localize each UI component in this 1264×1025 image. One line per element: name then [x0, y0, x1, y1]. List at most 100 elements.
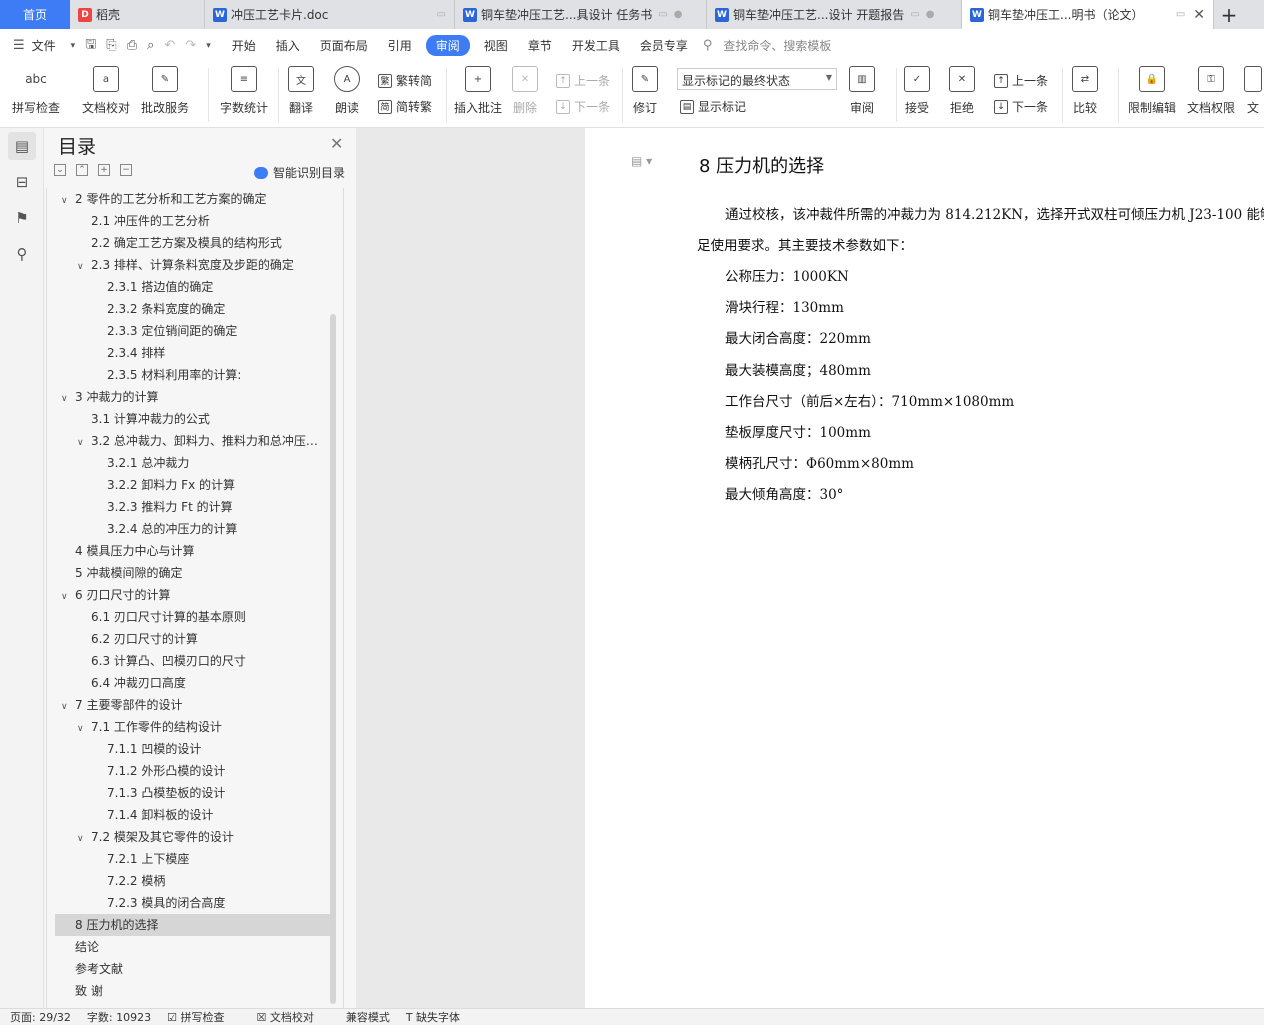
- expand-arrow-icon[interactable]: ∨: [61, 586, 75, 606]
- word-count-button[interactable]: ≡ 字数统计: [220, 66, 268, 116]
- toc-item[interactable]: 3.2.4 总的冲压力的计算: [107, 518, 325, 540]
- spell-check-button[interactable]: abc 拼写检查: [12, 66, 60, 116]
- proofread-button[interactable]: a 文档校对: [82, 66, 130, 116]
- toc-item[interactable]: 3.2.1 总冲裁力: [107, 452, 325, 474]
- toc-item[interactable]: 4 模具压力中心与计算: [75, 540, 325, 562]
- menu-chapter[interactable]: 章节: [518, 37, 562, 54]
- tab-doc-3[interactable]: W 铜车垫冲压工艺...设计 开题报告 ▭ ●: [707, 0, 962, 29]
- close-icon[interactable]: ✕: [330, 134, 343, 153]
- menu-reference[interactable]: 引用: [378, 37, 422, 54]
- missing-font-status[interactable]: T 缺失字体: [406, 1009, 476, 1025]
- toc-item[interactable]: 3.2.3 推料力 Ft 的计算: [107, 496, 325, 518]
- doc-permission-button[interactable]: ⚿ 文档权限: [1187, 66, 1235, 116]
- toc-item[interactable]: 2.1 冲压件的工艺分析: [91, 210, 325, 232]
- expand-arrow-icon[interactable]: ∨: [61, 696, 75, 716]
- more-button[interactable]: 文: [1244, 66, 1262, 116]
- toc-item[interactable]: 3.1 计算冲裁力的公式: [91, 408, 325, 430]
- toc-item[interactable]: 2.3.1 搭边值的确定: [107, 276, 325, 298]
- restrict-edit-button[interactable]: 🔒 限制编辑: [1128, 66, 1176, 116]
- toc-item[interactable]: 结论: [75, 936, 325, 958]
- spell-check-status[interactable]: ☑ 拼写检查: [167, 1009, 240, 1025]
- toc-item[interactable]: 7.1.3 凸模垫板的设计: [107, 782, 325, 804]
- expand-arrow-icon[interactable]: ∨: [61, 190, 75, 210]
- simp-to-trad-button[interactable]: 简简转繁: [378, 98, 432, 115]
- menu-review[interactable]: 审阅: [425, 35, 470, 56]
- smart-toc-button[interactable]: 智能识别目录: [254, 164, 345, 181]
- toc-item[interactable]: 7.1.4 卸料板的设计: [107, 804, 325, 826]
- trad-to-simp-button[interactable]: 繁繁转简: [378, 72, 432, 89]
- expand-icon[interactable]: ⌃: [76, 164, 88, 176]
- menu-devtools[interactable]: 开发工具: [562, 37, 630, 54]
- word-count[interactable]: 字数: 10923: [87, 1009, 151, 1025]
- toc-item[interactable]: 2.3.2 条料宽度的确定: [107, 298, 325, 320]
- toc-item[interactable]: 8 压力机的选择: [55, 914, 331, 936]
- show-markup-button[interactable]: ▤ 显示标记: [680, 98, 746, 115]
- print-icon[interactable]: ⎙: [122, 38, 142, 53]
- page-indicator[interactable]: 页面: 29/32: [10, 1009, 71, 1025]
- next-comment-button[interactable]: ↓ 下一条: [556, 98, 610, 115]
- expand-arrow-icon[interactable]: ∨: [77, 828, 91, 848]
- menu-insert[interactable]: 插入: [266, 37, 310, 54]
- find-icon[interactable]: ⚲: [8, 240, 36, 268]
- save-icon[interactable]: 🖫: [80, 35, 101, 57]
- translate-button[interactable]: 文 翻译: [288, 66, 314, 116]
- toc-item[interactable]: ∨ 7 主要零部件的设计: [61, 694, 325, 716]
- toc-item[interactable]: 7.2.3 模具的闭合高度: [107, 892, 325, 914]
- chevron-down-icon[interactable]: ▾: [66, 41, 81, 51]
- toc-item[interactable]: 6.2 刃口尺寸的计算: [91, 628, 325, 650]
- chapter-nav-icon[interactable]: ⊟: [8, 168, 36, 196]
- toc-item[interactable]: 3.2.2 卸料力 Fx 的计算: [107, 474, 325, 496]
- toc-item[interactable]: 参考文献: [75, 958, 325, 980]
- toc-item[interactable]: ∨ 2.3 排样、计算条料宽度及步距的确定: [77, 254, 325, 276]
- new-tab-button[interactable]: +: [1214, 0, 1244, 29]
- plus-icon[interactable]: +: [98, 164, 110, 176]
- accept-button[interactable]: ✓ 接受: [904, 66, 930, 116]
- toc-item[interactable]: ∨ 7.1 工作零件的结构设计: [77, 716, 325, 738]
- print-preview-icon[interactable]: ⌕: [142, 38, 159, 53]
- toc-item[interactable]: 2.3.3 定位销间距的确定: [107, 320, 325, 342]
- expand-arrow-icon[interactable]: ∨: [61, 388, 75, 408]
- reject-button[interactable]: ✕ 拒绝: [949, 66, 975, 116]
- toc-item[interactable]: 2.3.4 排样: [107, 342, 325, 364]
- toc-item[interactable]: 6.3 计算凸、凹模刃口的尺寸: [91, 650, 325, 672]
- prev-comment-button[interactable]: ↑ 上一条: [556, 72, 610, 89]
- toc-item[interactable]: ∨ 7.2 模架及其它零件的设计: [77, 826, 325, 848]
- menu-start[interactable]: 开始: [222, 37, 266, 54]
- tab-docer[interactable]: D 稻壳: [70, 0, 205, 29]
- toc-item[interactable]: ∨3.2 总冲裁力、卸料力、推料力和总冲压力的计算: [77, 430, 325, 452]
- toc-scrollbar[interactable]: [330, 314, 336, 1004]
- insert-comment-button[interactable]: + 插入批注: [454, 66, 502, 116]
- redo-icon[interactable]: ↷: [180, 38, 201, 53]
- toc-item[interactable]: 7.2.2 模柄: [107, 870, 325, 892]
- tab-doc-2[interactable]: W 铜车垫冲压工艺...具设计 任务书 ▭ ●: [455, 0, 707, 29]
- collapse-icon[interactable]: ⌄: [54, 164, 66, 176]
- document-page[interactable]: ▤ ▾ 8 压力机的选择 通过校核，该冲裁件所需的冲裁力为 814.212KN，…: [585, 128, 1264, 1008]
- compare-button[interactable]: ⇄ 比较: [1072, 66, 1098, 116]
- menu-member[interactable]: 会员专享: [630, 37, 698, 54]
- review-pane-button[interactable]: ▥ 审阅: [849, 66, 875, 116]
- toc-item[interactable]: 2.2 确定工艺方案及模具的结构形式: [91, 232, 325, 254]
- customize-icon[interactable]: ▾: [201, 41, 216, 51]
- bookmark-icon[interactable]: ⚑: [8, 204, 36, 232]
- toc-item[interactable]: 5 冲裁模间隙的确定: [75, 562, 325, 584]
- toc-item[interactable]: 6.4 冲裁刃口高度: [91, 672, 325, 694]
- undo-icon[interactable]: ↶: [159, 38, 180, 53]
- toc-nav-icon[interactable]: ▤: [8, 132, 36, 160]
- tab-doc-4-active[interactable]: W 铜车垫冲压工...明书（论文） ▭ ✕: [962, 0, 1214, 29]
- doc-map-icon[interactable]: ▤ ▾: [631, 154, 652, 168]
- expand-arrow-icon[interactable]: ∨: [77, 256, 91, 276]
- toc-item[interactable]: ∨ 2 零件的工艺分析和工艺方案的确定: [61, 188, 325, 210]
- toc-item[interactable]: 致 谢: [75, 980, 325, 1002]
- toc-item[interactable]: 6.1 刃口尺寸计算的基本原则: [91, 606, 325, 628]
- expand-arrow-icon[interactable]: ∨: [77, 432, 91, 452]
- markup-state-select[interactable]: 显示标记的最终状态 ▼: [677, 68, 837, 90]
- toc-item[interactable]: ∨ 6 刃口尺寸的计算: [61, 584, 325, 606]
- format-painter-icon[interactable]: ⎘: [101, 38, 121, 53]
- command-search-input[interactable]: 查找命令、搜索模板: [723, 37, 831, 54]
- toc-item[interactable]: 7.1.1 凹模的设计: [107, 738, 325, 760]
- next-change-button[interactable]: ↓ 下一条: [994, 98, 1048, 115]
- read-aloud-button[interactable]: A 朗读: [334, 66, 360, 116]
- toc-item[interactable]: 7.1.2 外形凸模的设计: [107, 760, 325, 782]
- expand-arrow-icon[interactable]: ∨: [77, 718, 91, 738]
- toc-item[interactable]: ∨ 3 冲裁力的计算: [61, 386, 325, 408]
